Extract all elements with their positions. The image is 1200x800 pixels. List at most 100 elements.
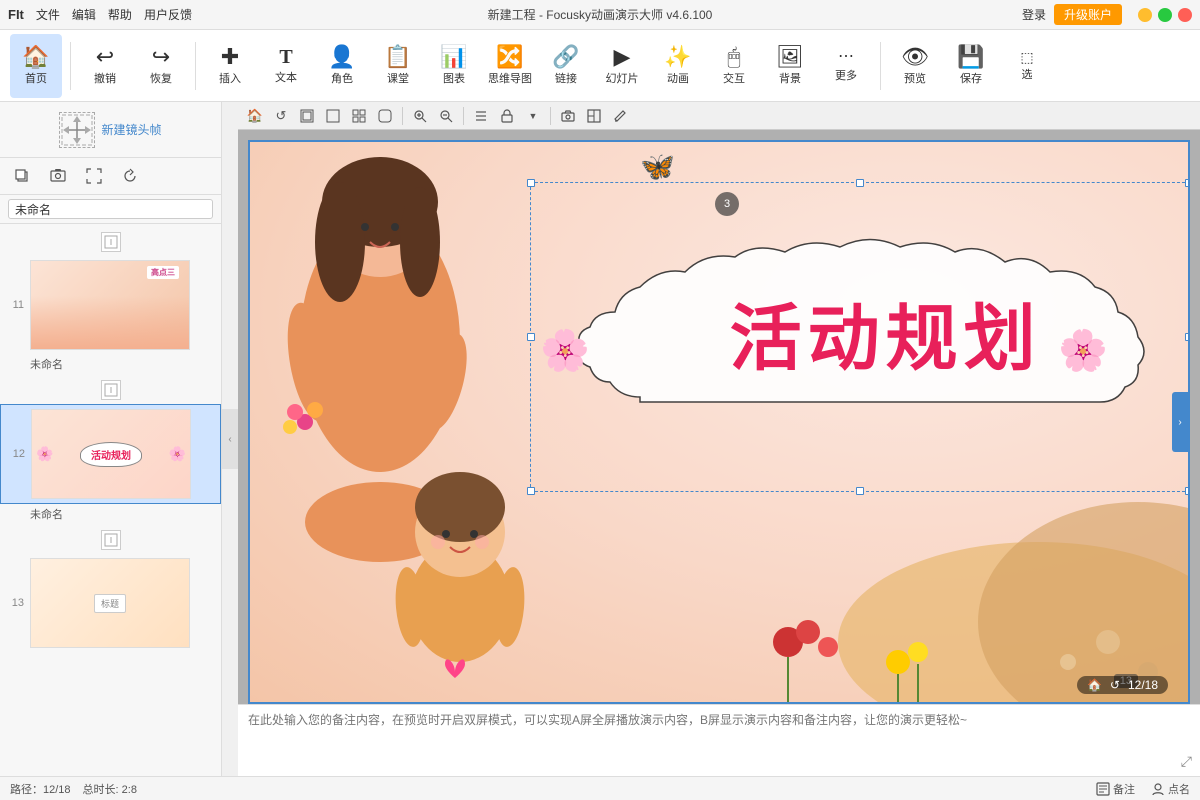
canvas-toolbar-sep1 — [402, 107, 403, 125]
class-icon: 📋 — [384, 46, 411, 68]
toolbar-mindmap-label: 思维导图 — [488, 70, 532, 86]
bg-icon: 🖼 — [776, 46, 804, 68]
canvas-lock-dropdown-icon[interactable]: ▼ — [522, 105, 544, 127]
login-button[interactable]: 登录 — [1022, 6, 1046, 23]
notes-status-icon — [1096, 782, 1110, 796]
minimize-button[interactable] — [1138, 8, 1152, 22]
toolbar-text[interactable]: T 文本 — [260, 34, 312, 98]
panel-collapse-button[interactable]: ‹ — [222, 409, 238, 469]
canvas-frame-icon2[interactable] — [322, 105, 344, 127]
window-title: 新建工程 - Focusky动画演示大师 v4.6.100 — [488, 6, 713, 23]
slide-element-badge-3: 3 — [715, 192, 739, 216]
slide-group-13: 13 标题 — [0, 526, 221, 658]
toolbar-home[interactable]: 🏠 首页 — [10, 34, 62, 98]
copy-frame-button[interactable] — [8, 162, 36, 190]
animation-icon: ✨ — [664, 46, 691, 68]
titlebar-right: 登录 升级账户 — [1022, 4, 1192, 25]
points-status-label: 点名 — [1168, 781, 1190, 797]
toolbar: 🏠 首页 ↩ 撤销 ↪ 恢复 ✚ 插入 T 文本 👤 角色 📋 课堂 📊 图表 … — [0, 30, 1200, 102]
notes-expand-button[interactable]: ⤢ — [1181, 753, 1192, 770]
canvas-zoom-out-icon[interactable] — [435, 105, 457, 127]
notes-input[interactable] — [248, 711, 1190, 770]
home-small-icon: 🏠 — [1087, 678, 1102, 692]
slide-item-12[interactable]: 12 活动规划 🌸 🌸 — [0, 404, 221, 504]
toolbar-select-label: 选 — [1022, 66, 1033, 82]
main-area: 新建镜头帧 — [0, 102, 1200, 776]
fullscreen-button[interactable] — [80, 162, 108, 190]
toolbar-select[interactable]: ⬚ 选 — [1001, 34, 1053, 98]
slide-num-12: 12 — [9, 448, 25, 460]
new-frame-button[interactable]: 新建镜头帧 — [0, 102, 221, 158]
canvas-zoom-in-icon[interactable] — [409, 105, 431, 127]
canvas-layout-icon[interactable] — [583, 105, 605, 127]
toolbar-mindmap[interactable]: 🔀 思维导图 — [484, 34, 536, 98]
slide-sep-icon-13 — [101, 530, 121, 550]
canvas-edit-icon[interactable] — [609, 105, 631, 127]
close-button[interactable] — [1178, 8, 1192, 22]
refresh-button[interactable] — [116, 162, 144, 190]
slide-group-11: 11 高点三 未命名 — [0, 228, 221, 376]
more-icon: ⋯ — [838, 49, 854, 65]
slide-sep-icon-11 — [101, 232, 121, 252]
toolbar-save[interactable]: 💾 保存 — [945, 34, 997, 98]
slide-separator-12[interactable] — [0, 376, 221, 404]
toolbar-more[interactable]: ⋯ 更多 — [820, 34, 872, 98]
status-path: 路径：12/18 总时长: 2:8 — [10, 781, 137, 797]
toolbar-redo-label: 恢复 — [150, 70, 172, 86]
slide-separator-13[interactable] — [0, 526, 221, 554]
slide-num-11: 11 — [8, 299, 24, 311]
canvas-frame-icon3[interactable] — [348, 105, 370, 127]
toolbar-link[interactable]: 🔗 链接 — [540, 34, 592, 98]
toolbar-preview[interactable]: 👁 预览 — [889, 34, 941, 98]
canvas-frame-icon1[interactable] — [296, 105, 318, 127]
statusbar: 路径：12/18 总时长: 2:8 备注 点名 — [0, 776, 1200, 800]
toolbar-role[interactable]: 👤 角色 — [316, 34, 368, 98]
toolbar-redo[interactable]: ↪ 恢复 — [135, 34, 187, 98]
preview-icon: 👁 — [901, 46, 929, 68]
canvas-lock-icon[interactable] — [496, 105, 518, 127]
menu-file[interactable]: 文件 — [36, 6, 60, 23]
toolbar-interact[interactable]: 🖱 交互 — [708, 34, 760, 98]
menu-help[interactable]: 帮助 — [108, 6, 132, 23]
link-icon: 🔗 — [552, 46, 579, 68]
select-icon: ⬚ — [1020, 50, 1033, 64]
flower-right-decoration: 🌸 — [1058, 327, 1108, 374]
points-status-button[interactable]: 点名 — [1151, 781, 1190, 797]
upgrade-button[interactable]: 升级账户 — [1054, 4, 1122, 25]
screenshot-button[interactable] — [44, 162, 72, 190]
canvas-camera-icon[interactable] — [557, 105, 579, 127]
menu-feedback[interactable]: 用户反馈 — [144, 6, 192, 23]
canvas-rotate-left-icon[interactable]: ↺ — [270, 105, 292, 127]
frame-name-input[interactable] — [8, 199, 213, 219]
maximize-button[interactable] — [1158, 8, 1172, 22]
toolbar-chart[interactable]: 📊 图表 — [428, 34, 480, 98]
slide-separator-11[interactable] — [0, 228, 221, 256]
notes-status-button[interactable]: 备注 — [1096, 781, 1135, 797]
slide-num-13: 13 — [8, 597, 24, 609]
toolbar-preview-label: 预览 — [904, 70, 926, 86]
slide-item-13[interactable]: 13 标题 — [0, 554, 221, 652]
slide-item-11[interactable]: 11 高点三 — [0, 256, 221, 354]
menu-edit[interactable]: 编辑 — [72, 6, 96, 23]
toolbar-slide[interactable]: ▶ 幻灯片 — [596, 34, 648, 98]
canvas-align-icon[interactable] — [470, 105, 492, 127]
toolbar-undo[interactable]: ↩ 撤销 — [79, 34, 131, 98]
toolbar-class[interactable]: 📋 课堂 — [372, 34, 424, 98]
toolbar-insert[interactable]: ✚ 插入 — [204, 34, 256, 98]
notes-area: ⤢ — [238, 704, 1200, 776]
canvas-main[interactable]: 🦋 活动规划 🌸 🌸 — [238, 130, 1200, 704]
toolbar-role-label: 角色 — [331, 70, 353, 86]
toolbar-undo-label: 撤销 — [94, 70, 116, 86]
toolbar-link-label: 链接 — [555, 70, 577, 86]
bg-hills — [588, 442, 1188, 702]
slide-group-12: 12 活动规划 🌸 🌸 未命名 — [0, 376, 221, 526]
status-duration-text: 总时长: 2:8 — [83, 781, 137, 797]
butterfly-decoration: 🦋 — [640, 150, 675, 183]
flower-left-decoration: 🌸 — [540, 327, 590, 374]
right-panel-expand-button[interactable]: › — [1172, 392, 1188, 452]
toolbar-bg[interactable]: 🖼 背景 — [764, 34, 816, 98]
canvas-home-icon[interactable]: 🏠 — [244, 105, 266, 127]
toolbar-animation[interactable]: ✨ 动画 — [652, 34, 704, 98]
canvas-frame-icon4[interactable] — [374, 105, 396, 127]
redo-icon: ↪ — [152, 46, 170, 68]
